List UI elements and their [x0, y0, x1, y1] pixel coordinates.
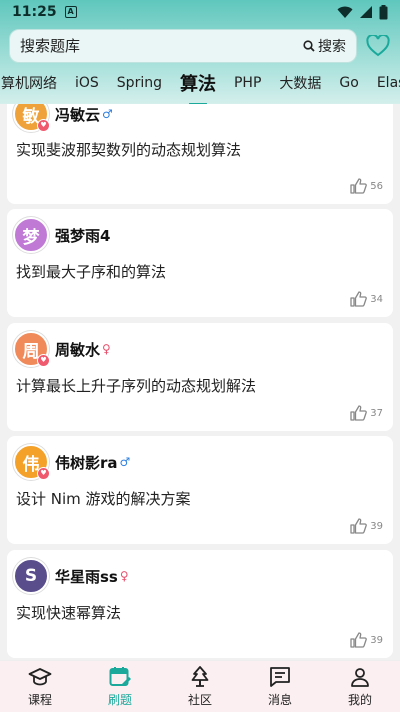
post-author: 梦 强梦雨4 — [13, 217, 110, 253]
post-author: 敏 ♥ 冯敏云 ♂ — [13, 104, 113, 132]
wifi-icon — [337, 6, 353, 18]
message-icon — [270, 667, 290, 687]
search-row: 搜索 — [9, 28, 393, 64]
tab-algorithm[interactable]: 算法 — [171, 70, 225, 112]
like-button[interactable]: 34 — [350, 291, 383, 307]
avatar-initial: S — [24, 566, 38, 586]
like-button[interactable]: 56 — [350, 178, 383, 194]
female-icon: ♀ — [119, 569, 129, 583]
like-button[interactable]: 37 — [350, 405, 383, 421]
like-count: 56 — [370, 180, 383, 192]
signal-icon — [360, 6, 372, 18]
header-area: 11:25 A 搜索 算机网络 iOS Spring 算法 PHP 大数据 G — [0, 0, 400, 112]
avatar[interactable]: 伟 ♥ — [13, 444, 50, 480]
like-count: 39 — [370, 634, 383, 646]
heart-icon — [366, 35, 390, 57]
post-card[interactable]: 敏 ♥ 冯敏云 ♂ 实现斐波那契数列的动态规划算法 56 — [7, 104, 393, 204]
avatar[interactable]: S — [13, 558, 49, 594]
female-icon: ♀ — [102, 342, 111, 356]
post-card[interactable]: 伟 ♥ 伟树影ra ♂ 设计 Nim 游戏的解决方案 39 — [7, 436, 393, 544]
favorite-button[interactable] — [365, 33, 391, 59]
nav-label: 课程 — [27, 693, 52, 707]
post-title: 计算最长上升子序列的动态规划解法 — [16, 377, 257, 395]
nav-label: 消息 — [267, 693, 292, 707]
nav-label: 刷题 — [107, 693, 132, 707]
thumbs-up-icon — [350, 405, 368, 421]
verified-badge-icon: ♥ — [37, 467, 50, 480]
graduation-cap-icon — [28, 668, 52, 686]
search-box: 搜索 — [9, 29, 357, 63]
thumbs-up-icon — [350, 178, 368, 194]
avatar[interactable]: 周 ♥ — [13, 331, 50, 367]
thumbs-up-icon — [350, 291, 368, 307]
search-icon — [303, 40, 315, 52]
category-tabs: 算机网络 iOS Spring 算法 PHP 大数据 Go Elasti — [0, 66, 400, 112]
tab-elastic[interactable]: Elasti — [368, 75, 400, 91]
like-button[interactable]: 39 — [350, 632, 383, 648]
search-button[interactable]: 搜索 — [303, 36, 346, 56]
like-count: 39 — [370, 520, 383, 532]
status-bar: 11:25 A — [0, 0, 400, 24]
tab-algorithm-label: 算法 — [179, 74, 216, 95]
tab-go[interactable]: Go — [330, 75, 367, 91]
status-time: 11:25 — [12, 4, 57, 20]
thumbs-up-icon — [350, 632, 368, 648]
like-count: 34 — [370, 293, 383, 305]
avatar[interactable]: 敏 ♥ — [13, 104, 50, 132]
nav-label: 社区 — [187, 693, 212, 707]
post-title: 实现斐波那契数列的动态规划算法 — [16, 141, 242, 159]
nav-label: 我的 — [347, 693, 372, 707]
post-title: 找到最大子序和的算法 — [16, 263, 167, 281]
tab-php[interactable]: PHP — [225, 75, 270, 91]
tree-icon — [191, 666, 209, 687]
male-icon: ♂ — [102, 107, 113, 121]
tab-spring[interactable]: Spring — [108, 75, 171, 91]
search-button-label: 搜索 — [318, 39, 346, 55]
author-name: 周敏水 — [55, 340, 101, 359]
nav-item-practice[interactable]: 刷题 — [80, 661, 160, 712]
like-count: 37 — [370, 407, 383, 419]
calendar-edit-icon — [109, 667, 131, 686]
tab-computer-network[interactable]: 算机网络 — [0, 73, 66, 93]
battery-icon — [379, 4, 388, 19]
author-name: 伟树影ra — [55, 453, 118, 472]
avatar-initial: 梦 — [22, 227, 40, 248]
post-title: 设计 Nim 游戏的解决方案 — [16, 490, 191, 508]
author-name: 华星雨ss — [55, 567, 118, 586]
question-feed[interactable]: 敏 ♥ 冯敏云 ♂ 实现斐波那契数列的动态规划算法 56 梦 强梦雨4 找到最大… — [0, 104, 400, 660]
avatar[interactable]: 梦 — [13, 217, 49, 253]
male-icon: ♂ — [119, 455, 131, 469]
nav-item-profile[interactable]: 我的 — [320, 661, 400, 712]
tab-ios[interactable]: iOS — [66, 75, 108, 91]
post-author: 伟 ♥ 伟树影ra ♂ — [13, 444, 130, 480]
notification-icon: A — [64, 6, 77, 18]
user-icon — [351, 668, 369, 687]
verified-badge-icon: ♥ — [37, 119, 50, 132]
post-title: 实现快速幂算法 — [16, 604, 122, 622]
author-name: 强梦雨4 — [55, 226, 111, 245]
thumbs-up-icon — [350, 518, 368, 534]
post-card[interactable]: 周 ♥ 周敏水 ♀ 计算最长上升子序列的动态规划解法 37 — [7, 323, 393, 431]
nav-item-community[interactable]: 社区 — [160, 661, 240, 712]
verified-badge-icon: ♥ — [37, 354, 50, 367]
post-author: 周 ♥ 周敏水 ♀ — [13, 331, 111, 367]
post-card[interactable]: S 华星雨ss ♀ 实现快速幂算法 39 — [7, 550, 393, 658]
like-button[interactable]: 39 — [350, 518, 383, 534]
post-card[interactable]: 梦 强梦雨4 找到最大子序和的算法 34 — [7, 209, 393, 317]
nav-item-courses[interactable]: 课程 — [0, 661, 80, 712]
author-name: 冯敏云 — [55, 105, 101, 124]
search-input[interactable] — [20, 37, 303, 55]
nav-item-messages[interactable]: 消息 — [240, 661, 320, 712]
bottom-navigation: 课程 刷题 社区 消息 我的 — [0, 660, 400, 712]
post-author: S 华星雨ss ♀ — [13, 558, 129, 594]
tab-big-data[interactable]: 大数据 — [270, 73, 330, 93]
